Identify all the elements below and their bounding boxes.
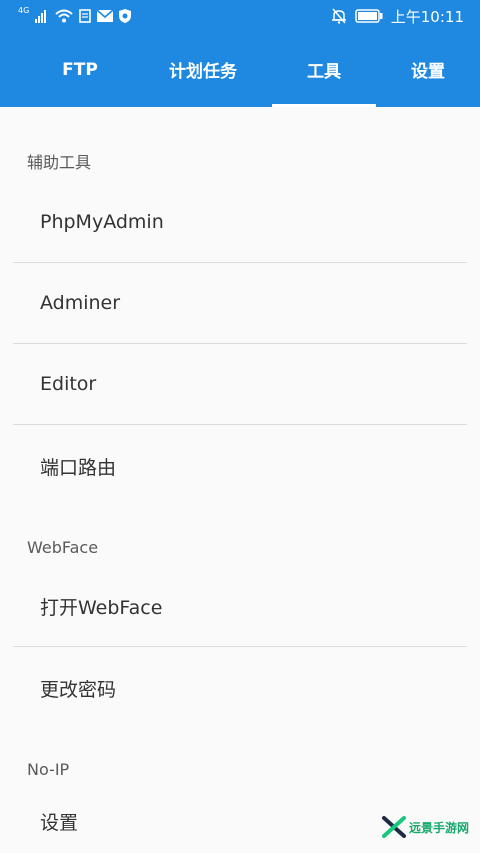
list-item-port-routing[interactable]: 端口路由 — [13, 425, 467, 507]
section-header-no-ip: No-IP — [27, 759, 70, 779]
list-item-adminer[interactable]: Adminer — [13, 263, 467, 343]
list-item-label: 设置 — [40, 811, 79, 834]
status-left: 4G — [18, 5, 132, 26]
list-item-editor[interactable]: Editor — [13, 344, 467, 424]
list-item-label: Editor — [40, 373, 97, 395]
section-header-webface: WebFace — [27, 537, 99, 557]
list-item-label: Adminer — [40, 292, 121, 314]
list-item-label: 更改密码 — [40, 678, 117, 701]
status-time: 上午10:11 — [390, 7, 464, 26]
list-item-label: 端口路由 — [40, 456, 117, 479]
list-item-open-webface[interactable]: 打开WebFace — [13, 567, 467, 646]
list-item-phpmyadmin[interactable]: PhpMyAdmin — [13, 182, 467, 262]
list-item-change-password[interactable]: 更改密码 — [13, 647, 467, 729]
shield-icon — [119, 9, 132, 23]
watermark-text: 远景手游网 — [409, 820, 470, 835]
mail-icon — [97, 10, 114, 22]
list-item-label: PhpMyAdmin — [40, 211, 164, 233]
battery-icon — [355, 9, 383, 23]
tab-settings[interactable]: 设置 — [376, 32, 480, 107]
signal-icon — [35, 10, 47, 23]
tab-ftp[interactable]: FTP — [26, 32, 134, 107]
bell-off-icon — [331, 8, 346, 24]
section-header-aux-tools: 辅助工具 — [27, 153, 92, 172]
tab-bar: FTP 计划任务 工具 设置 — [0, 32, 480, 107]
wifi-icon — [55, 9, 73, 23]
note-app-icon — [79, 9, 92, 23]
watermark: 远景手游网 — [382, 816, 469, 838]
status-right: 上午10:11 — [331, 6, 464, 26]
list-item-label: 打开WebFace — [40, 597, 163, 619]
network-type-label: 4G — [18, 5, 30, 15]
tab-tools[interactable]: 工具 — [272, 32, 376, 107]
tools-list: 辅助工具 PhpMyAdmin Adminer Editor 端口路由 WebF… — [0, 107, 480, 853]
tab-scheduled-tasks[interactable]: 计划任务 — [134, 32, 272, 107]
watermark-logo-icon — [382, 816, 406, 838]
status-bar: 4G 上午10:11 — [0, 0, 480, 32]
app-bar: 4G 上午10:11 FTP 计划任务 工具 设置 — [0, 0, 480, 107]
